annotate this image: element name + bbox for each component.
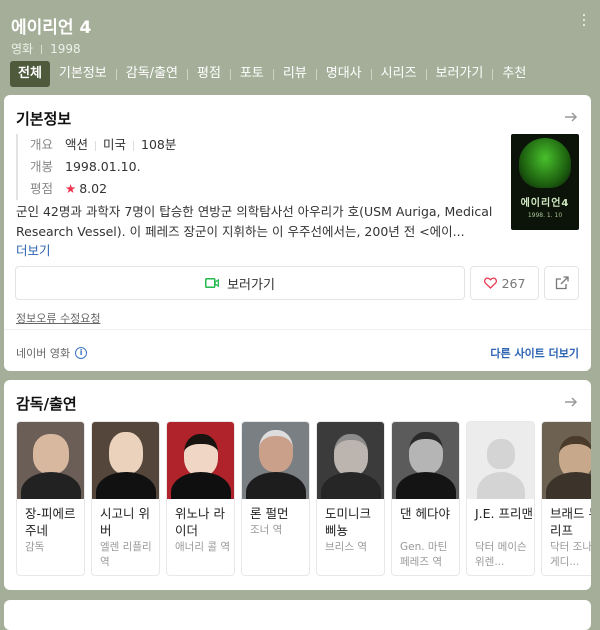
person-name: 장-피에르 주네 — [25, 506, 76, 538]
movie-poster[interactable]: 에이리언4 1998. 1. 10 — [511, 134, 579, 230]
heart-icon — [483, 277, 497, 289]
genre-value: 액션 — [65, 137, 89, 152]
watch-label: 보러가기 — [227, 277, 275, 293]
tab-director-cast[interactable]: 감독/출연 — [117, 61, 187, 87]
more-options-icon[interactable]: · · · — [580, 9, 588, 33]
person-name: J.E. 프리맨 — [475, 506, 534, 521]
video-icon — [205, 278, 220, 288]
person-photo — [392, 422, 459, 499]
cast-card: 감독/출연 장-피에르 주네 감독 시고니 위버 엘렌 리플리 역 위노나 라이 — [4, 380, 591, 590]
person-photo — [542, 422, 591, 499]
person-role: 닥터 메이슨 위렌... — [475, 541, 527, 568]
person-role: 닥터 조나단 게디... — [550, 541, 591, 568]
cast-card-item[interactable]: 론 펄먼 조너 역 — [241, 421, 310, 576]
cast-card-item[interactable]: J.E. 프리맨 닥터 메이슨 위렌... — [466, 421, 535, 576]
person-role: 조너 역 — [250, 524, 283, 536]
person-role: 감독 — [25, 541, 45, 553]
cast-title: 감독/출연 — [16, 395, 77, 413]
person-photo — [92, 422, 159, 499]
poster-date: 1998. 1. 10 — [527, 212, 563, 219]
basic-info-card: 기본정보 개요 액션 미국 108분 개봉 1998.01.10. 평점 ★ 8.02… — [4, 95, 591, 371]
like-button[interactable]: 267 — [470, 266, 539, 300]
person-name: 도미니크 삐뇽 — [325, 506, 372, 538]
report-error-link[interactable]: 정보오류 수정요청 — [16, 310, 100, 326]
rating-row: 평점 ★ 8.02 — [30, 178, 176, 200]
person-photo — [17, 422, 84, 499]
person-photo — [317, 422, 384, 499]
year-label: 1998 — [50, 42, 81, 56]
cast-card-item[interactable]: 도미니크 삐뇽 브리스 역 — [316, 421, 385, 576]
runtime-value: 108분 — [141, 137, 177, 152]
category-label: 영화 — [11, 42, 34, 56]
person-name: 위노나 라이더 — [175, 506, 225, 538]
cast-card-item[interactable]: 위노나 라이더 애너리 콜 역 — [166, 421, 235, 576]
arrow-right-icon[interactable] — [563, 109, 579, 125]
arrow-right-icon[interactable] — [563, 394, 579, 410]
star-icon: ★ — [65, 181, 77, 196]
subtitle: 영화 1998 — [11, 40, 81, 57]
poster-title: 에이리언4 — [520, 198, 570, 209]
watch-button[interactable]: 보러가기 — [15, 266, 465, 300]
cast-card-item[interactable]: 댄 헤다야 Gen. 마틴 페레즈 역 — [391, 421, 460, 576]
person-photo — [167, 422, 234, 499]
source-label: 네이버 영화 i — [16, 345, 88, 361]
other-sites-link[interactable]: 다른 사이트 더보기 — [490, 345, 579, 361]
more-link[interactable]: 더보기 — [16, 240, 51, 259]
tab-review[interactable]: 리뷰 — [274, 61, 316, 87]
cast-list: 장-피에르 주네 감독 시고니 위버 엘렌 리플리 역 위노나 라이더 애너리 … — [16, 421, 591, 577]
rating-value: 8.02 — [79, 181, 108, 196]
tab-recommend[interactable]: 추천 — [493, 61, 535, 87]
person-role: 엘렌 리플리 역 — [100, 541, 152, 568]
person-name: 댄 헤다야 — [400, 506, 450, 521]
tab-quotes[interactable]: 명대사 — [317, 61, 371, 87]
person-role: 애너리 콜 역 — [175, 541, 230, 553]
next-card — [4, 600, 591, 630]
basic-info-title: 기본정보 — [16, 110, 72, 128]
tab-bar: 전체 기본정보 감독/출연 평점 포토 리뷰 명대사 시리즈 보러가기 추천 — [10, 61, 535, 87]
separator — [41, 45, 43, 54]
divider — [4, 329, 591, 330]
cast-card-item[interactable]: 브래드 듀리프 닥터 조나단 게디... — [541, 421, 591, 576]
synopsis: 군인 42명과 과학자 7명이 탑승한 연방군 의학탐사선 아우리가 호(USM… — [16, 204, 493, 239]
person-name: 브래드 듀리프 — [550, 506, 591, 538]
person-role: 브리스 역 — [325, 541, 367, 553]
rating-key: 평점 — [30, 181, 54, 196]
header: 에이리언 4 영화 1998 · · · 전체 기본정보 감독/출연 평점 포토 리뷰… — [0, 0, 600, 92]
person-photo — [242, 422, 309, 499]
cast-card-item[interactable]: 시고니 위버 엘렌 리플리 역 — [91, 421, 160, 576]
release-row: 개봉 1998.01.10. — [30, 156, 176, 178]
share-button[interactable] — [544, 266, 579, 300]
cast-card-item[interactable]: 장-피에르 주네 감독 — [16, 421, 85, 576]
country-value: 미국 — [103, 137, 127, 152]
person-photo — [467, 422, 534, 499]
like-count: 267 — [501, 275, 526, 291]
release-key: 개봉 — [30, 159, 54, 174]
info-icon[interactable]: i — [75, 347, 88, 359]
page-title: 에이리언 4 — [11, 18, 92, 38]
tab-rating[interactable]: 평점 — [188, 61, 230, 87]
tab-series[interactable]: 시리즈 — [372, 61, 426, 87]
release-date: 1998.01.10. — [65, 159, 141, 174]
person-name: 론 펄먼 — [250, 506, 289, 521]
person-role: Gen. 마틴 페레즈 역 — [400, 541, 448, 568]
overview-row: 개요 액션 미국 108분 — [30, 134, 176, 156]
tab-photo[interactable]: 포토 — [231, 61, 273, 87]
tab-all[interactable]: 전체 — [10, 61, 50, 87]
person-name: 시고니 위버 — [100, 506, 150, 538]
tab-watch[interactable]: 보러가기 — [427, 61, 493, 87]
overview-key: 개요 — [30, 137, 54, 152]
tab-basic-info[interactable]: 기본정보 — [50, 61, 116, 87]
info-list: 개요 액션 미국 108분 개봉 1998.01.10. 평점 ★ 8.02 — [16, 134, 176, 200]
share-icon — [555, 276, 569, 290]
